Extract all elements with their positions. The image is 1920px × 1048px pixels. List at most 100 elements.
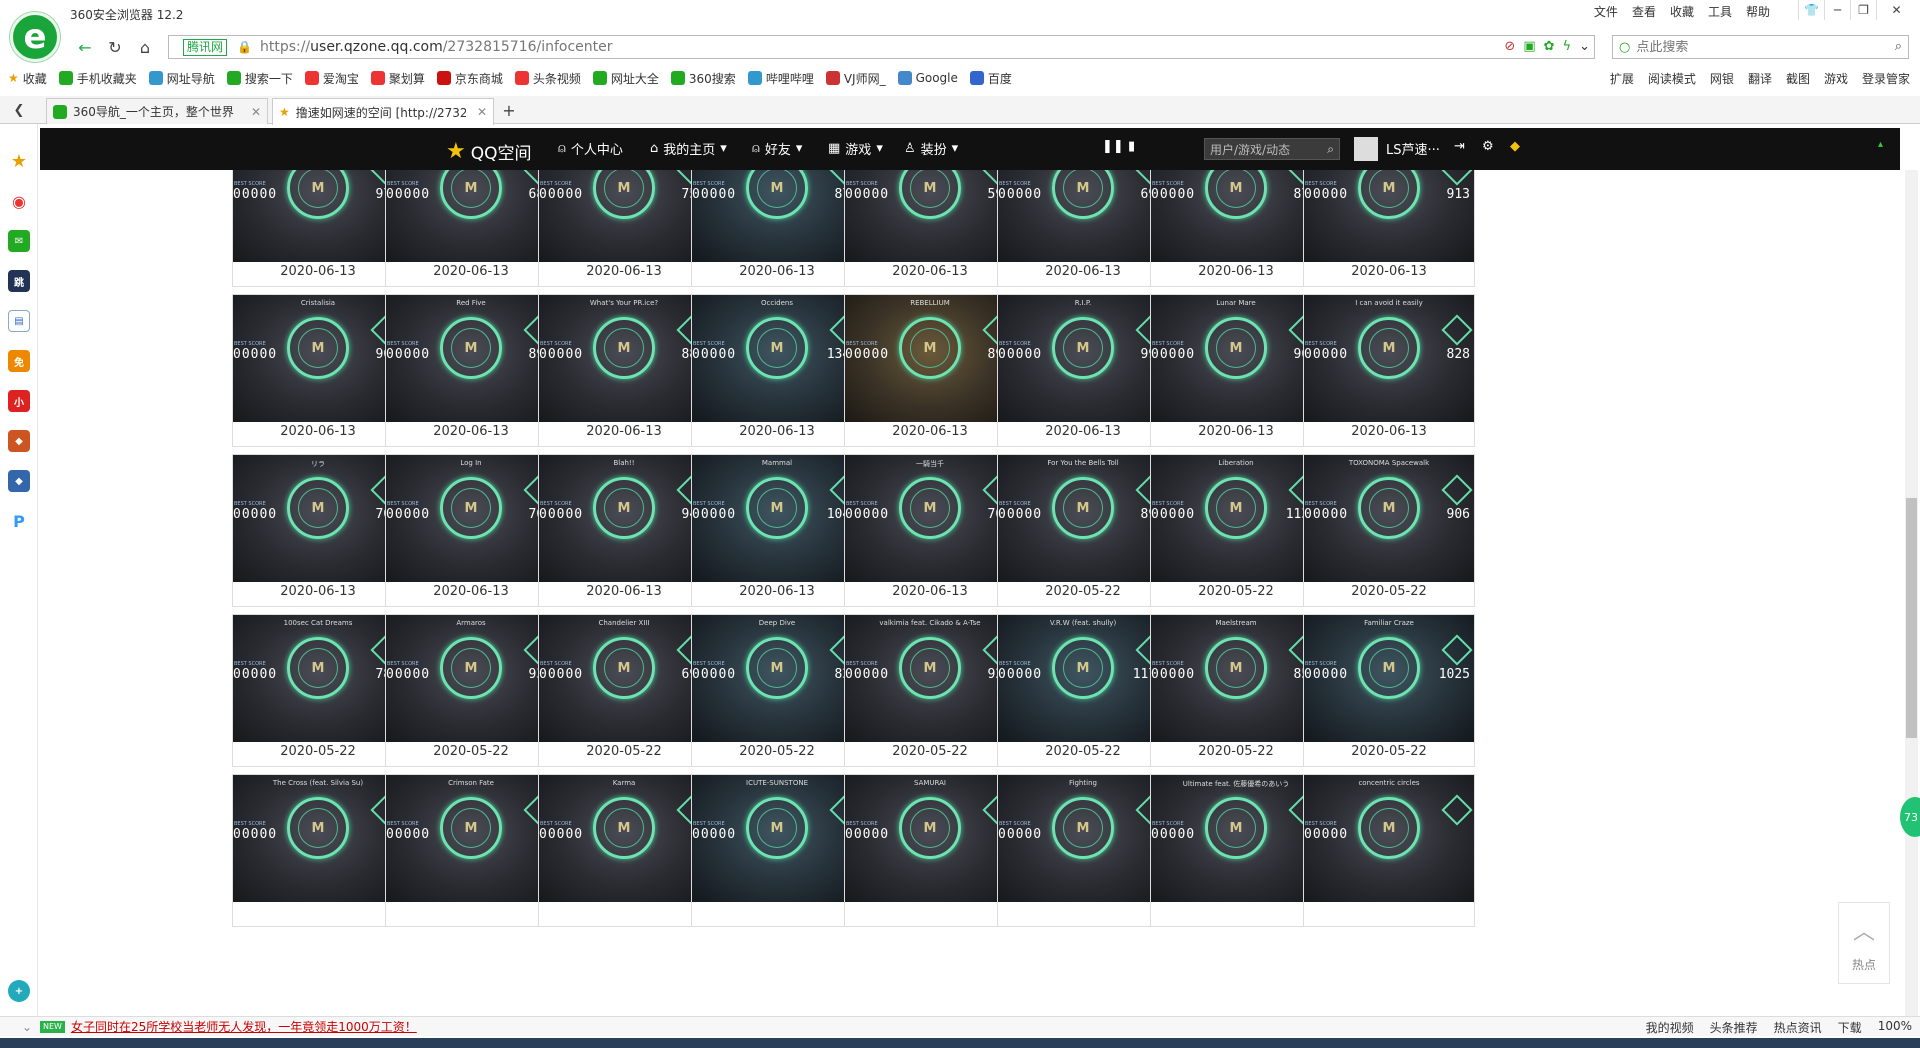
gallery-card[interactable]: I can avoid it easily M BEST SCORE 00000 828… <box>1303 294 1475 447</box>
bookmark-vj[interactable]: VJ师网_ <box>825 70 886 87</box>
score-screenshot[interactable]: Can't Make A Song!!MBEST SCORE00000971 <box>233 170 403 262</box>
score-screenshot[interactable]: ArmarosMBEST SCORE00000932 <box>386 615 556 742</box>
score-screenshot[interactable]: MaelstreamMBEST SCORE00000850 <box>1151 615 1321 742</box>
score-screenshot[interactable]: DecadeMBEST SCORE00000598 <box>845 170 1015 262</box>
my-videos-button[interactable]: 我的视频 <box>1646 1019 1694 1036</box>
translate-button[interactable]: 翻译 <box>1748 70 1772 87</box>
home-button[interactable]: ⌂ <box>134 36 156 58</box>
gallery-card[interactable]: R.I.P.MBEST SCORE000009952020-06-13 <box>997 294 1169 447</box>
new-tab-button[interactable]: + <box>498 99 520 121</box>
menu-tools[interactable]: 工具 <box>1708 3 1732 20</box>
block-icon[interactable]: ⊘ <box>1504 39 1515 54</box>
bookmark-taobao[interactable]: 爱淘宝 <box>304 70 359 87</box>
url-text[interactable]: https://user.qzone.qq.com/2732815716/inf… <box>260 39 613 55</box>
score-screenshot[interactable]: Liberation M BEST SCORE 00000 1138 <box>1151 455 1321 582</box>
hot-news-button[interactable]: 热点资讯 <box>1774 1019 1822 1036</box>
search-input[interactable] <box>1636 39 1877 55</box>
score-screenshot[interactable]: Libera MeMBEST SCORE00000877 <box>1151 170 1321 262</box>
pause-icon[interactable]: ❚❚ <box>1102 139 1124 154</box>
gallery-card[interactable]: Occidens M BEST SCORE 00000 1345 2020-06-13 <box>691 294 863 447</box>
bank-button[interactable]: 网银 <box>1710 70 1734 87</box>
score-screenshot[interactable]: SAMURAI M BEST SCORE 00000 <box>845 775 1015 902</box>
score-screenshot[interactable]: TOXONOMA Spacewalk M BEST SCORE 00000 906 <box>1304 455 1474 582</box>
score-screenshot[interactable]: リラMBEST SCORE00000707 <box>233 455 403 582</box>
tab-qzone[interactable]: ★ 撸速如网速的空间 [http://2732 ✕ <box>272 98 494 125</box>
score-screenshot[interactable]: ラッキー☆オーブ (352 Remix)MBEST SCORE00000696 <box>998 170 1168 262</box>
gallery-card[interactable]: Ten Thousand StarsMBEST SCORE00000682 202… <box>385 170 557 287</box>
bookmark-toutiao-video[interactable]: 头条视频 <box>514 70 581 87</box>
gallery-card[interactable]: Can't Make A Song!!MBEST SCORE00000971 20… <box>232 170 404 287</box>
gear-icon[interactable]: ⚙ <box>1482 139 1494 154</box>
score-screenshot[interactable]: Fighting M BEST SCORE 00000 <box>998 775 1168 902</box>
dropdown-icon[interactable]: ⌄ <box>1579 39 1590 54</box>
gallery-card[interactable]: Log InMBEST SCORE000007082020-06-13 <box>385 454 557 607</box>
gallery-card[interactable]: valkimia feat. Cikado & A-Tse M BEST SCORE… <box>844 614 1016 767</box>
game2-icon[interactable]: ◆ <box>8 430 30 452</box>
skin-icon[interactable]: 👕 <box>1798 0 1824 20</box>
score-screenshot[interactable]: Occidens M BEST SCORE 00000 1345 <box>692 295 862 422</box>
extensions-button[interactable]: 扩展 <box>1610 70 1634 87</box>
score-screenshot[interactable]: Red FiveMBEST SCORE00000891 <box>386 295 556 422</box>
gallery-card[interactable]: リラMBEST SCORE000007072020-06-13 <box>232 454 404 607</box>
bookmark-favorites[interactable]: ★ 收藏 <box>8 70 47 87</box>
score-screenshot[interactable]: Blah!!MBEST SCORE00000945 <box>539 455 709 582</box>
bookmark-jd[interactable]: 京东商城 <box>436 70 503 87</box>
bookmark-baidu[interactable]: 百度 <box>969 70 1012 87</box>
score-screenshot[interactable]: Karma M BEST SCORE 00000 <box>539 775 709 902</box>
shield-icon[interactable]: ▣ <box>1523 39 1535 54</box>
gallery-card[interactable]: MaelstreamMBEST SCORE000008502020-05-22 <box>1150 614 1322 767</box>
qzone-brand[interactable]: ★ QQ空间 <box>446 139 532 164</box>
menu-favorites[interactable]: 收藏 <box>1670 3 1694 20</box>
score-screenshot[interactable]: Log InMBEST SCORE00000708 <box>386 455 556 582</box>
gallery-card[interactable]: Deep DiveMBEST SCORE000008252020-05-22 <box>691 614 863 767</box>
score-screenshot[interactable]: 一騎当千MBEST SCORE00000706 <box>845 455 1015 582</box>
gallery-card[interactable]: Crimson Fate M BEST SCORE 00000 <box>385 774 557 927</box>
gallery-card[interactable]: The Cross (feat. Silvia Su) M BEST SCORE 00… <box>232 774 404 927</box>
nav-dressup[interactable]: ♙ 装扮 ▾ <box>904 139 958 158</box>
gallery-card[interactable]: DecadeMBEST SCORE00000598 2020-06-13 <box>844 170 1016 287</box>
tab-close-icon[interactable]: ✕ <box>251 105 261 119</box>
game3-icon[interactable]: ◆ <box>8 470 30 492</box>
score-screenshot[interactable]: For You the Bells TollMBEST SCORE0000089… <box>998 455 1168 582</box>
reader-mode-button[interactable]: 阅读模式 <box>1648 70 1696 87</box>
gallery-card[interactable]: ArmarosMBEST SCORE000009322020-05-22 <box>385 614 557 767</box>
news-link[interactable]: 女子同时在25所学校当老师无人发现，一年竟领走1000万工资！ <box>71 1018 417 1035</box>
favorites-star-icon[interactable]: ★ <box>8 150 30 172</box>
gallery-card[interactable]: Karma M BEST SCORE 00000 <box>538 774 710 927</box>
zoom-level[interactable]: 100% <box>1878 1019 1912 1036</box>
vip-icon[interactable]: ◆ <box>1510 139 1520 154</box>
download-button[interactable]: 下载 <box>1838 1019 1862 1036</box>
menu-view[interactable]: 查看 <box>1632 3 1656 20</box>
bookmark-search[interactable]: 搜索一下 <box>226 70 293 87</box>
gallery-card[interactable]: Chandelier XIIIMBEST SCORE000006962020-0… <box>538 614 710 767</box>
score-screenshot[interactable]: The Cross (feat. Silvia Su) M BEST SCORE 00… <box>233 775 403 902</box>
qzone-search[interactable]: 用户/游戏/动态 ⌕ <box>1204 138 1340 160</box>
gallery-card[interactable]: Ultimate feat. 佐藤優希のあいう M BEST SCORE 00000 <box>1150 774 1322 927</box>
gallery-card[interactable]: Lunar MareMBEST SCORE000009662020-06-13 <box>1150 294 1322 447</box>
search-icon[interactable]: ⌕ <box>1895 39 1902 54</box>
menu-help[interactable]: 帮助 <box>1746 3 1770 20</box>
score-screenshot[interactable]: Mammal M BEST SCORE 00000 1043 <box>692 455 862 582</box>
float-badge[interactable]: 73 <box>1900 797 1920 837</box>
gallery-card[interactable]: Mammal M BEST SCORE 00000 1043 2020-06-13 <box>691 454 863 607</box>
logout-icon[interactable]: ⇥ <box>1454 139 1465 154</box>
tab-360nav[interactable]: 360导航_一个主页，整个世界 ✕ <box>46 98 268 124</box>
signal-icon[interactable]: ▮ <box>1128 139 1135 154</box>
score-screenshot[interactable]: Lunar MareMBEST SCORE00000966 <box>1151 295 1321 422</box>
gallery-card[interactable]: 100sec Cat DreamsMBEST SCORE000007842020… <box>232 614 404 767</box>
screenshot-button[interactable]: 截图 <box>1786 70 1810 87</box>
gallery-card[interactable]: ICUTE-SUNSTONE M BEST SCORE 00000 <box>691 774 863 927</box>
lightning-icon[interactable]: ϟ <box>1563 39 1572 54</box>
score-screenshot[interactable]: ICUTE-SUNSTONE M BEST SCORE 00000 <box>692 775 862 902</box>
score-screenshot[interactable]: Chandelier XIIIMBEST SCORE00000696 <box>539 615 709 742</box>
bookmark-juhuasuan[interactable]: 聚划算 <box>370 70 425 87</box>
score-screenshot[interactable]: concentric circles M BEST SCORE 00000 <box>1304 775 1474 902</box>
score-screenshot[interactable]: valkimia feat. Cikado & A-Tse M BEST SCORE… <box>845 615 1015 742</box>
hot-topics-button[interactable]: ︿ 热点 <box>1838 902 1890 984</box>
gallery-card[interactable]: 一騎当千MBEST SCORE000007062020-06-13 <box>844 454 1016 607</box>
bookmark-nav[interactable]: 网址导航 <box>148 70 215 87</box>
game-icon[interactable]: 小 <box>8 390 30 412</box>
scrollbar-thumb[interactable] <box>1906 498 1917 738</box>
search-icon[interactable]: ⌕ <box>1327 142 1334 157</box>
score-screenshot[interactable]: V.R.W (feat. shully) M BEST SCORE 00000 1171 <box>998 615 1168 742</box>
